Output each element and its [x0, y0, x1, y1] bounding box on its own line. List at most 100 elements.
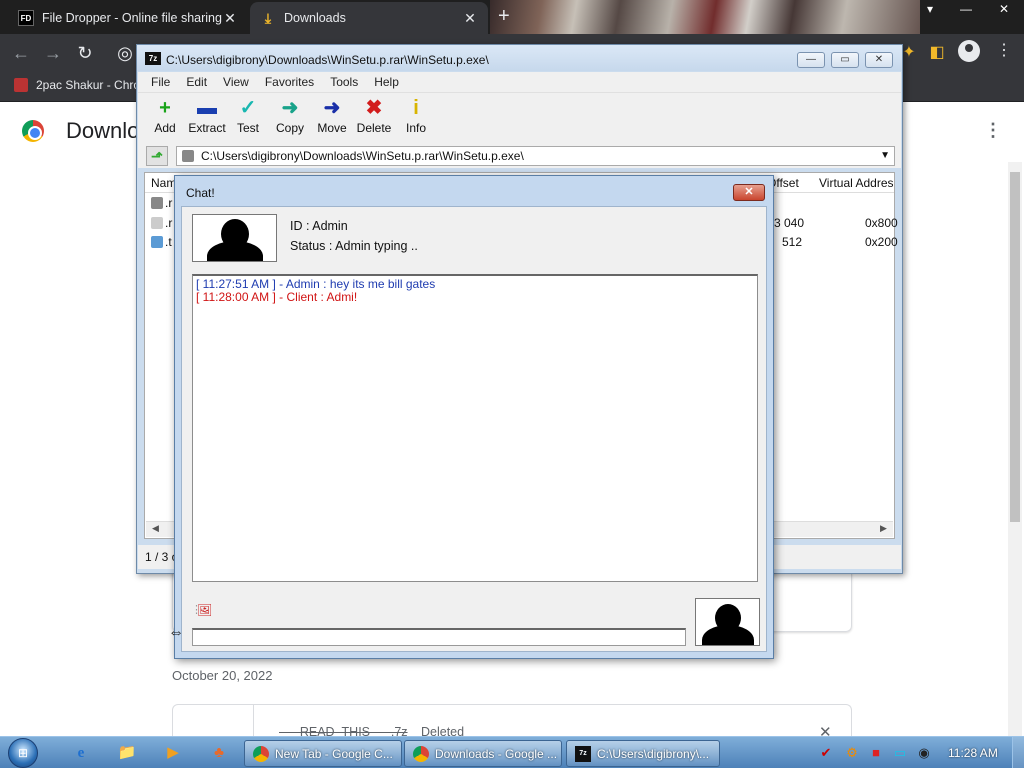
bookmark-favicon-icon — [14, 78, 28, 92]
task-new-tab-chrome[interactable]: New Tab - Google C... — [244, 740, 402, 767]
profile-avatar-icon[interactable] — [958, 40, 980, 62]
internet-explorer-icon[interactable]: e — [68, 741, 94, 765]
avatar-silhouette-head — [715, 604, 741, 632]
tray-settings-icon[interactable]: ⚙ — [844, 745, 860, 761]
more-actions-icon[interactable]: ⋮ — [984, 120, 1002, 141]
message-log[interactable]: [ 11:27:51 AM ] - Admin : hey its me bil… — [192, 274, 758, 582]
row-name: .r — [165, 216, 173, 230]
address-path: C:\Users\digibrony\Downloads\WinSetu.p.r… — [201, 149, 524, 163]
test-label: Test — [236, 121, 259, 135]
sevenzip-toolbar: + Add ▬ Extract ✓ Test ➜ Copy ➜ Move ✖ D… — [138, 92, 901, 144]
folder-up-icon[interactable]: ⬏ — [146, 146, 168, 166]
start-button[interactable]: ⊞ — [8, 738, 38, 768]
task-label: New Tab - Google C... — [275, 746, 393, 761]
forward-button[interactable]: → — [42, 42, 64, 64]
tab-strip-background-art — [490, 0, 920, 34]
tab-search-icon[interactable]: ▾ — [912, 0, 948, 18]
move-button[interactable]: ➜ Move — [311, 97, 353, 135]
resize-cursor-icon: ⇔ — [168, 624, 184, 641]
new-tab-button[interactable]: + — [498, 6, 510, 26]
task-sevenzip[interactable]: 7z C:\Users\digibrony\... — [566, 740, 720, 767]
chrome-logo-icon — [22, 120, 44, 142]
row-virtual-address: 0x200 — [865, 235, 898, 249]
delete-icon: ✖ — [365, 97, 383, 119]
chrome-icon — [413, 745, 429, 762]
menu-file[interactable]: File — [151, 75, 170, 89]
minimize-button[interactable]: — — [948, 0, 984, 18]
task-downloads-chrome[interactable]: Downloads - Google ... — [404, 740, 562, 767]
window-title: C:\Users\digibrony\Downloads\WinSetu.p.r… — [166, 53, 489, 67]
show-desktop-button[interactable] — [1012, 737, 1024, 768]
chrome-menu-icon[interactable]: ⋮ — [996, 40, 1012, 60]
sevenzip-app-icon: 7z — [575, 745, 591, 762]
minimize-button[interactable]: — — [797, 52, 825, 68]
add-button[interactable]: + Add — [144, 97, 186, 135]
scroll-left-icon[interactable]: ◀ — [152, 523, 159, 534]
add-icon: + — [159, 97, 171, 119]
task-label: C:\Users\digibrony\... — [597, 746, 710, 761]
move-label: Move — [317, 121, 347, 135]
media-player-icon[interactable]: ▶ — [160, 741, 186, 765]
scroll-right-icon[interactable]: ▶ — [880, 523, 887, 534]
tab-title: File Dropper - Online file sharing — [42, 11, 222, 25]
close-button[interactable]: ✕ — [865, 52, 893, 68]
delete-button[interactable]: ✖ Delete — [353, 97, 395, 135]
address-bar: ⬏ C:\Users\digibrony\Downloads\WinSetu.p… — [138, 144, 901, 168]
extract-label: Extract — [188, 121, 226, 135]
back-button[interactable]: ← — [10, 42, 32, 64]
menu-edit[interactable]: Edit — [186, 75, 207, 89]
tab-file-dropper[interactable]: FD File Dropper - Online file sharing ✕ — [8, 2, 248, 34]
info-button[interactable]: i Info — [395, 97, 437, 135]
menu-help[interactable]: Help — [374, 75, 399, 89]
download-icon: ⤓ — [264, 9, 272, 26]
menu-bar: File Edit View Favorites Tools Help — [138, 72, 901, 92]
file-icon — [151, 217, 163, 229]
system-clock[interactable]: 11:28 AM — [948, 746, 998, 760]
tab-downloads[interactable]: ⤓ Downloads ✕ — [250, 2, 488, 34]
page-scrollbar[interactable] — [1008, 162, 1022, 736]
taskbar: ⊞ e 📁 ▶ ♣ New Tab - Google C... Download… — [0, 736, 1024, 768]
tray-flag-icon[interactable]: ■ — [868, 745, 884, 761]
avatar-silhouette-head — [221, 219, 249, 249]
menu-view[interactable]: View — [223, 75, 249, 89]
scrollbar-thumb[interactable] — [1010, 172, 1020, 522]
copy-button[interactable]: ➜ Copy — [269, 97, 311, 135]
address-combobox[interactable]: C:\Users\digibrony\Downloads\WinSetu.p.r… — [176, 146, 895, 166]
app-pinned-icon[interactable]: ♣ — [206, 741, 232, 765]
chat-panel: ID : Admin Status : Admin typing .. [ 11… — [181, 206, 767, 652]
close-button[interactable]: ✕ — [733, 184, 765, 201]
row-name: .r — [165, 196, 173, 210]
chat-id-label: ID : Admin — [290, 219, 348, 233]
close-icon[interactable]: ✕ — [462, 10, 478, 27]
tray-network-icon[interactable]: ▭ — [892, 745, 908, 761]
file-icon — [151, 197, 163, 209]
bookmark-label: 2pac Shakur - Chro — [36, 78, 141, 92]
menu-tools[interactable]: Tools — [330, 75, 358, 89]
tray-volume-icon[interactable]: ◉ — [916, 745, 932, 761]
tray-check-icon[interactable]: ✔ — [818, 745, 834, 761]
chevron-down-icon[interactable]: ▼ — [880, 147, 890, 165]
page-title: Downlo — [66, 118, 140, 143]
extract-button[interactable]: ▬ Extract — [186, 97, 228, 135]
file-explorer-icon[interactable]: 📁 — [114, 741, 140, 765]
dialog-title: Chat! — [186, 186, 215, 200]
bookmark-item[interactable]: 2pac Shakur - Chro — [14, 78, 140, 92]
maximize-button[interactable]: ▭ — [831, 52, 859, 68]
info-label: Info — [405, 121, 426, 135]
close-icon[interactable]: ✕ — [222, 10, 238, 27]
column-name[interactable]: Nam — [151, 176, 176, 190]
test-button[interactable]: ✓ Test — [227, 97, 269, 135]
reading-list-icon[interactable]: ◧ — [926, 42, 948, 64]
chat-status-label: Status : Admin typing .. — [290, 239, 418, 253]
message-input[interactable] — [192, 628, 686, 646]
column-virtual-address[interactable]: Virtual Addres — [819, 176, 894, 190]
menu-favorites[interactable]: Favorites — [265, 75, 314, 89]
copy-label: Copy — [275, 121, 304, 135]
send-image-icon[interactable]: 🖼 — [191, 603, 215, 619]
sevenzip-app-icon: 7z — [145, 52, 161, 65]
reload-button[interactable]: ↻ — [74, 42, 96, 64]
chrome-icon: ◎ — [117, 43, 133, 63]
sevenzip-titlebar[interactable]: 7z C:\Users\digibrony\Downloads\WinSetu.… — [137, 45, 902, 71]
window-close-button[interactable]: ✕ — [986, 0, 1022, 18]
message-client: [ 11:28:00 AM ] - Client : Admi! — [196, 290, 358, 304]
